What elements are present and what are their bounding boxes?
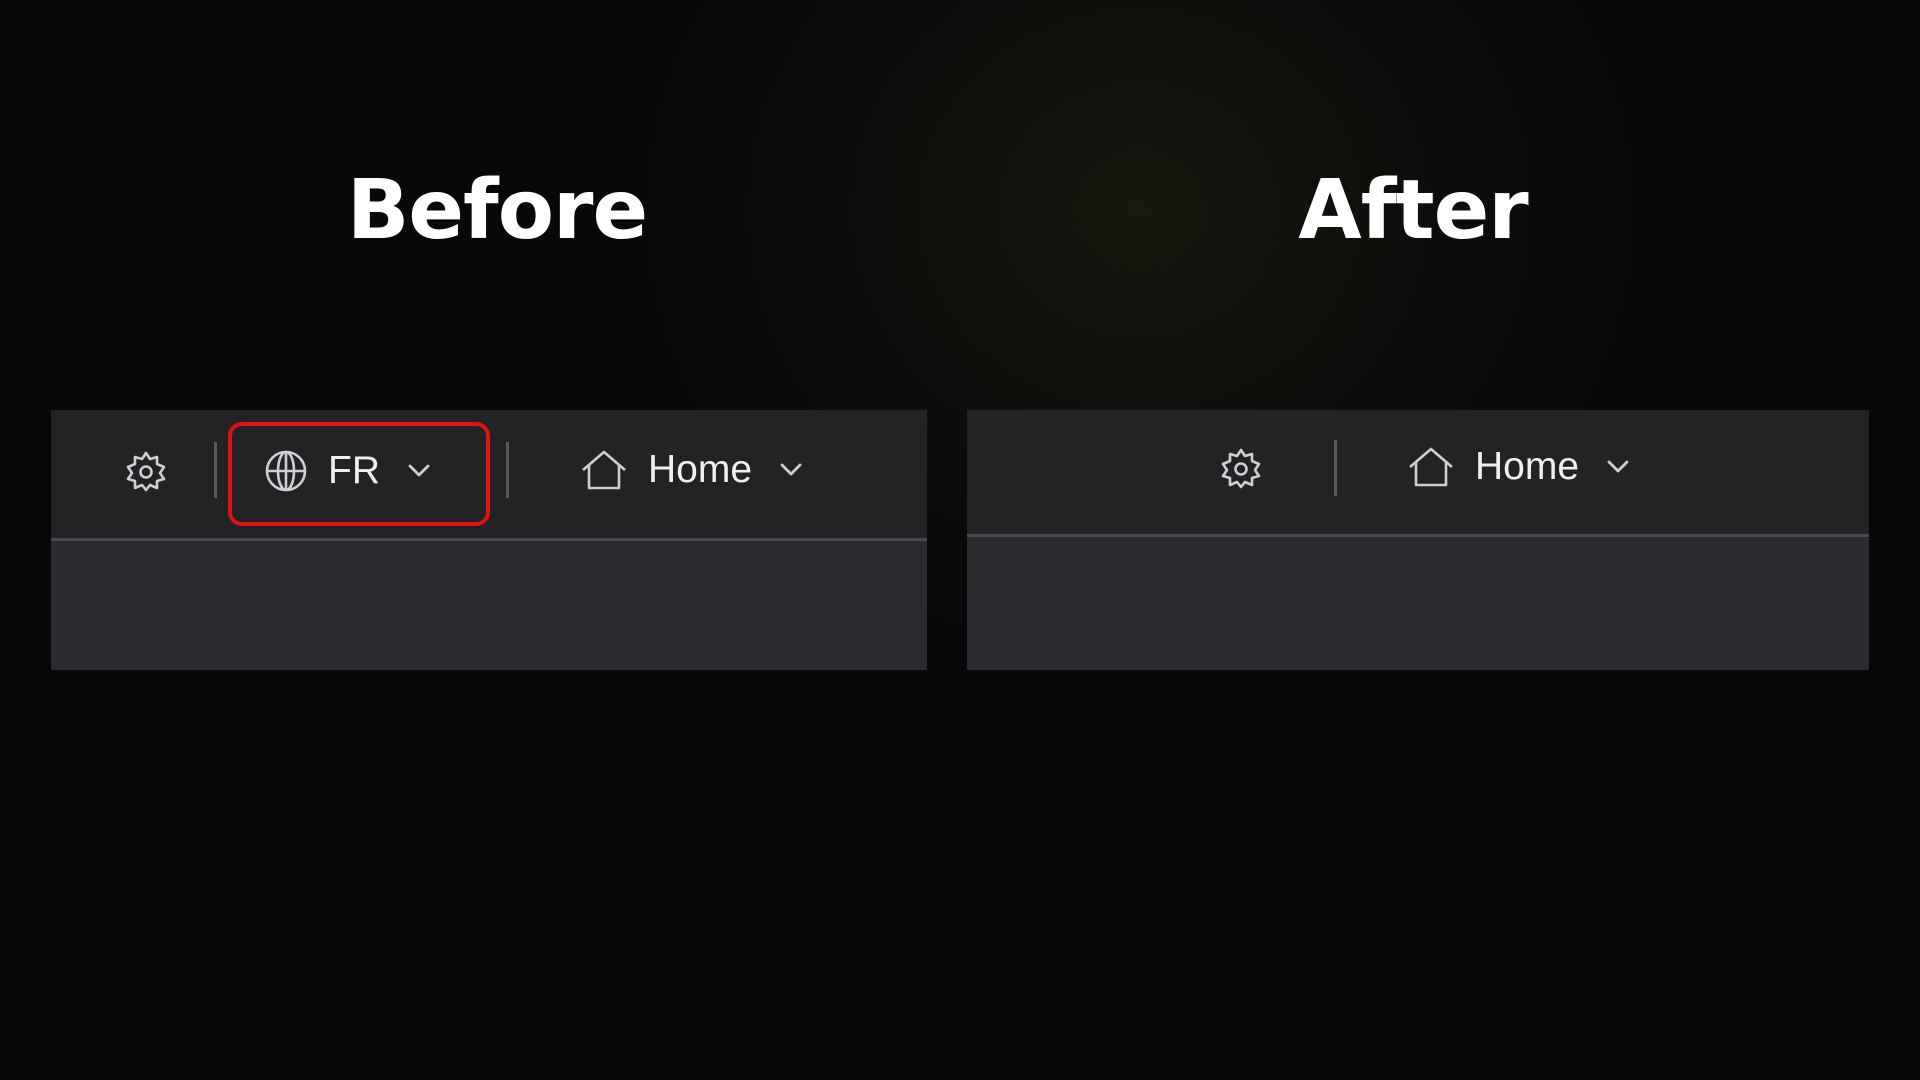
language-selector[interactable]: FR <box>264 449 430 493</box>
home-selector[interactable]: Home <box>580 448 802 492</box>
after-panel: Home <box>967 410 1869 670</box>
settings-button[interactable] <box>125 450 167 492</box>
toolbar-divider <box>506 442 509 498</box>
comparison-canvas: Before After FR Home Home <box>0 0 1920 1080</box>
home-selector[interactable]: Home <box>1407 445 1629 489</box>
chevron-down-icon <box>780 463 802 477</box>
toolbar-divider <box>214 442 217 498</box>
before-panel: FR Home <box>51 410 927 670</box>
globe-icon <box>264 449 308 493</box>
chevron-down-icon <box>1607 460 1629 474</box>
settings-button[interactable] <box>1220 447 1262 489</box>
language-label: FR <box>328 449 380 492</box>
after-heading: After <box>1298 163 1528 258</box>
before-heading: Before <box>346 163 648 258</box>
before-toolbar: FR Home <box>51 410 927 541</box>
gear-icon <box>125 450 167 492</box>
gear-icon <box>1220 447 1262 489</box>
home-icon <box>1407 446 1455 488</box>
chevron-down-icon <box>408 464 430 478</box>
home-label: Home <box>1475 445 1580 488</box>
home-icon <box>580 449 628 491</box>
home-label: Home <box>648 448 753 491</box>
after-toolbar: Home <box>967 410 1869 537</box>
toolbar-divider <box>1334 440 1337 496</box>
